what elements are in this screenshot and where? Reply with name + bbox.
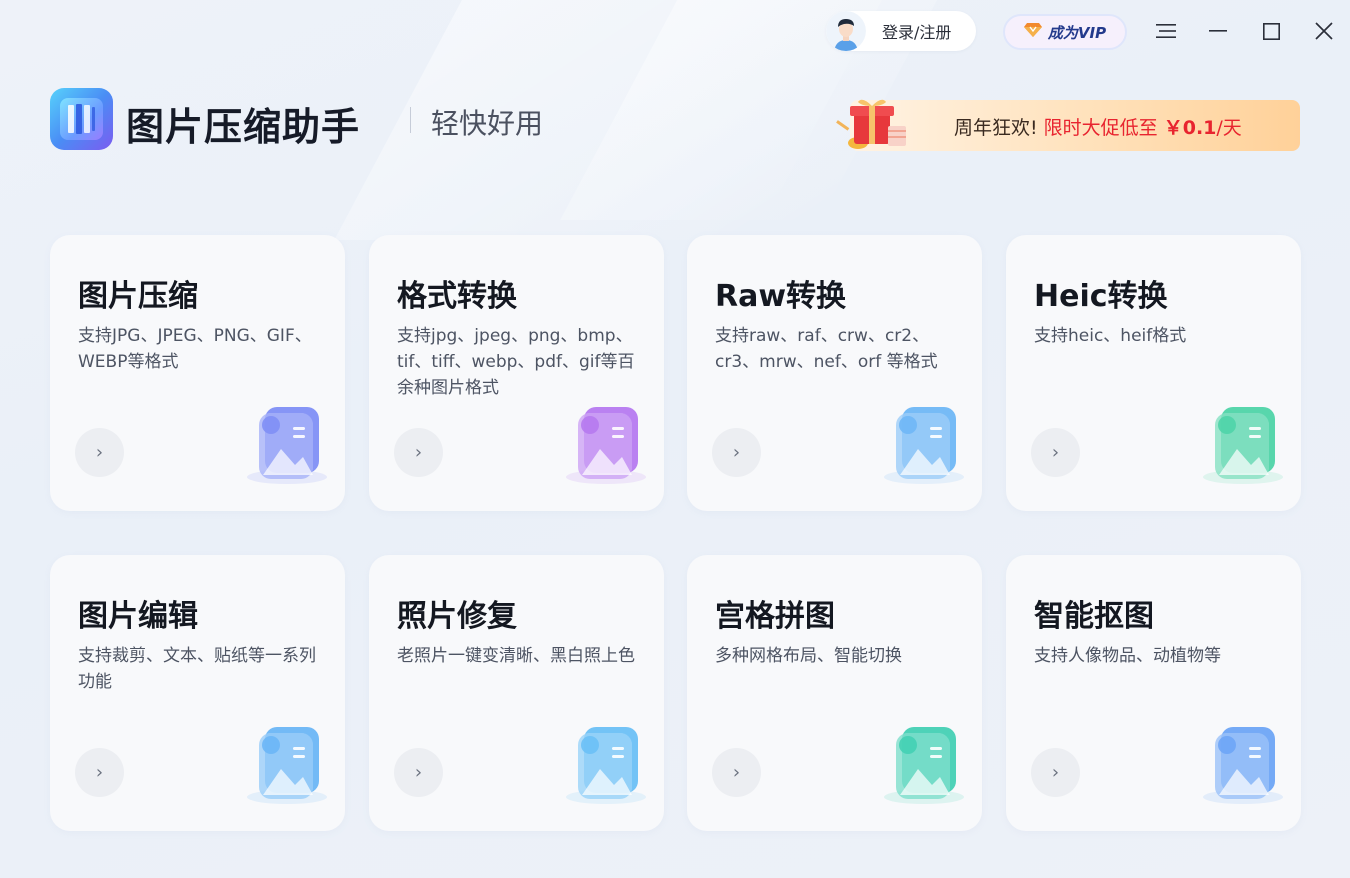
- feature-card-title: 图片编辑: [78, 599, 198, 634]
- title-bar: 登录/注册 成为VIP: [0, 0, 1350, 62]
- promo-price: ￥0.1: [1163, 117, 1217, 139]
- login-label: 登录/注册: [882, 23, 952, 42]
- feature-card-title: 智能抠图: [1034, 599, 1154, 634]
- app-subtitle: 轻快好用: [431, 107, 544, 140]
- feature-card-grid-collage[interactable]: 宫格拼图多种网格布局、智能切换 ›: [687, 555, 982, 831]
- edit-icon: [235, 709, 335, 809]
- feature-card-title: 照片修复: [397, 599, 517, 634]
- repair-icon: [554, 709, 654, 809]
- promo-text: 周年狂欢! 限时大促低至 ￥0.1/天: [954, 113, 1242, 140]
- app-title: 图片压缩助手: [126, 105, 361, 149]
- app-logo: [50, 88, 113, 150]
- compress-icon: [235, 389, 335, 489]
- feature-card-description: 多种网格布局、智能切换: [715, 646, 902, 666]
- raw-icon: [872, 389, 972, 489]
- feature-card-description: 支持JPG、JPEG、PNG、GIF、WEBP等格式: [78, 326, 312, 372]
- avatar: [826, 11, 866, 51]
- feature-card-title: Heic转换: [1034, 279, 1168, 314]
- grid-icon: [872, 709, 972, 809]
- maximize-icon[interactable]: [1256, 16, 1286, 46]
- gift-icon: [836, 96, 916, 154]
- chevron-right-icon[interactable]: ›: [1031, 428, 1080, 477]
- feature-card-description: 支持人像物品、动植物等: [1034, 646, 1221, 666]
- feature-card-title: Raw转换: [715, 279, 847, 314]
- feature-card-title: 宫格拼图: [715, 599, 835, 634]
- feature-card-raw-convert[interactable]: Raw转换支持raw、raf、crw、cr2、cr3、mrw、nef、orf 等…: [687, 235, 982, 511]
- promo-suffix: /天: [1216, 117, 1242, 139]
- menu-icon[interactable]: [1151, 16, 1181, 46]
- chevron-right-icon[interactable]: ›: [75, 428, 124, 477]
- heic-icon: [1191, 389, 1291, 489]
- feature-card-title: 图片压缩: [78, 279, 198, 314]
- chevron-right-icon[interactable]: ›: [394, 748, 443, 797]
- feature-card-compress[interactable]: 图片压缩支持JPG、JPEG、PNG、GIF、WEBP等格式 ›: [50, 235, 345, 511]
- feature-card-description: 老照片一键变清晰、黑白照上色: [397, 646, 635, 666]
- feature-card-smart-cutout[interactable]: 智能抠图支持人像物品、动植物等 ›: [1006, 555, 1301, 831]
- minimize-icon[interactable]: [1203, 16, 1233, 46]
- feature-card-description: 支持raw、raf、crw、cr2、cr3、mrw、nef、orf 等格式: [715, 326, 938, 372]
- close-icon[interactable]: [1309, 16, 1339, 46]
- convert-icon: [554, 389, 654, 489]
- feature-card-photo-repair[interactable]: 照片修复老照片一键变清晰、黑白照上色 ›: [369, 555, 664, 831]
- become-vip-button[interactable]: 成为VIP: [1003, 14, 1127, 50]
- feature-card-image-edit[interactable]: 图片编辑支持裁剪、文本、贴纸等一系列功能 ›: [50, 555, 345, 831]
- feature-card-heic-convert[interactable]: Heic转换支持heic、heif格式 ›: [1006, 235, 1301, 511]
- cutout-icon: [1191, 709, 1291, 809]
- chevron-right-icon[interactable]: ›: [712, 748, 761, 797]
- promo-highlight: 限时大促低至: [1043, 117, 1158, 139]
- feature-card-format-convert[interactable]: 格式转换 支持jpg、jpeg、png、bmp、tif、tiff、webp、pdf…: [369, 235, 664, 511]
- promo-banner[interactable]: 周年狂欢! 限时大促低至 ￥0.1/天: [836, 99, 1300, 151]
- feature-card-title: 格式转换: [397, 279, 517, 314]
- chevron-right-icon[interactable]: ›: [1031, 748, 1080, 797]
- vip-label: 成为VIP: [1047, 23, 1107, 42]
- feature-card-description: 支持heic、heif格式: [1034, 326, 1187, 346]
- diamond-icon: [1023, 22, 1042, 42]
- chevron-right-icon[interactable]: ›: [75, 748, 124, 797]
- chevron-right-icon[interactable]: ›: [712, 428, 761, 477]
- chevron-right-icon[interactable]: ›: [394, 428, 443, 477]
- feature-card-description: 支持裁剪、文本、贴纸等一系列功能: [78, 646, 316, 692]
- header-divider: [410, 107, 411, 133]
- login-button[interactable]: 登录/注册: [826, 11, 976, 51]
- promo-prefix: 周年狂欢!: [954, 117, 1038, 139]
